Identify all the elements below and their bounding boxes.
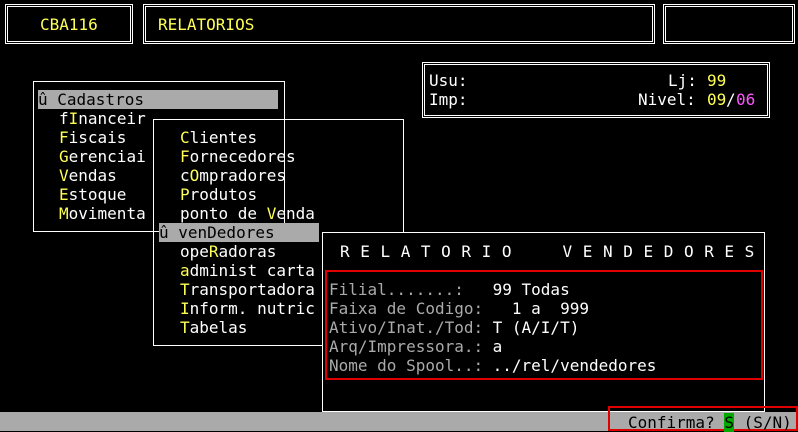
sub-menu-item[interactable]: opeRadoras [180, 242, 276, 261]
sub-menu-item-hotkey: I [180, 299, 190, 318]
sub-menu-item-hotkey: R [208, 242, 219, 261]
main-menu-item[interactable]: Gerenciai [59, 147, 146, 166]
main-menu-item-label: û Cadastros [38, 90, 144, 109]
lj-label: Lj: [668, 71, 697, 90]
sub-menu-item-label: nform. nutric [189, 299, 315, 318]
sub-menu-item-label: lientes [189, 128, 258, 147]
sub-menu-item[interactable]: cOmpradores [180, 166, 286, 185]
report-title: RELATORIO VENDEDORES [340, 242, 765, 261]
main-menu-item-label: stoque [68, 185, 127, 204]
nivel-value: 09 [707, 90, 727, 109]
report-field-value[interactable]: 99 Todas [483, 280, 570, 299]
confirm-input[interactable]: S [724, 413, 734, 432]
nivel-separator: / [726, 90, 736, 109]
report-field-label: Ativo/Inat./Tod: [329, 318, 484, 337]
sub-menu-item-prefix: c [180, 166, 190, 185]
confirm-options: (S/N) [733, 413, 792, 432]
sub-menu-item-hotkey: a [180, 261, 190, 280]
main-menu-item[interactable]: Fiscais [59, 128, 126, 147]
sub-menu-item-label: û venDedores [159, 223, 275, 242]
sub-menu-item-hotkey: T [180, 318, 190, 337]
nivel-label: Nivel: [638, 90, 696, 109]
main-menu-item[interactable]: û Cadastros [38, 90, 278, 109]
sub-menu-item-hotkey: O [189, 166, 200, 185]
report-field-label: Nome do Spool..: [329, 356, 484, 375]
main-menu-item-label: ovimenta [68, 204, 146, 223]
report-field-value[interactable]: T (A/I/T) [483, 318, 580, 337]
report-field-label: Arq/Impressora.: [329, 337, 484, 356]
sub-menu-item[interactable]: Tabelas [180, 318, 247, 337]
sub-menu-item-prefix: ope [180, 242, 209, 261]
program-code-box: CBA116 [5, 4, 133, 44]
sub-menu-item[interactable]: ponto de Venda [180, 204, 315, 223]
main-menu-item-hotkey: V [59, 166, 69, 185]
main-menu-item[interactable]: Vendas [59, 166, 117, 185]
main-menu-item-hotkey: G [59, 147, 69, 166]
main-menu-item-label: nanceir [78, 109, 146, 128]
main-menu-item-hotkey: F [59, 128, 69, 147]
sub-menu-item[interactable]: û venDedores [159, 223, 319, 242]
imp-label: Imp: [429, 90, 468, 109]
confirm-prompt: Confirma? S (S/N) [628, 413, 792, 432]
main-menu-item[interactable]: Estoque [59, 185, 126, 204]
sub-menu-item[interactable]: administ carta [180, 261, 315, 280]
sub-menu-item-label: dminist carta [189, 261, 315, 280]
main-menu-item-hotkey: E [59, 185, 69, 204]
sub-menu-item[interactable]: Clientes [180, 128, 257, 147]
confirm-label: Confirma? [628, 413, 725, 432]
screen-title-box: RELATORIOS [143, 4, 655, 44]
sub-menu-item[interactable]: Transportadora [180, 280, 315, 299]
sub-menu-item-label: mpradores [199, 166, 286, 185]
sub-menu-item-label: abelas [189, 318, 248, 337]
header-right-box [663, 4, 795, 44]
main-menu-item-prefix: f [59, 109, 69, 128]
main-menu-item-hotkey: I [68, 109, 79, 128]
sub-menu-item-hotkey: V [266, 204, 277, 223]
main-menu-item-label: endas [68, 166, 117, 185]
main-menu-item-hotkey: M [59, 204, 69, 223]
sub-menu-item[interactable]: Inform. nutric [180, 299, 315, 318]
report-field-label: Faixa de Codigo: [329, 299, 484, 318]
sub-menu-item-hotkey: C [180, 128, 190, 147]
main-menu-item[interactable]: fInanceir [59, 109, 146, 128]
report-field-value[interactable]: ../rel/vendedores [483, 356, 657, 375]
screen-title: RELATORIOS [158, 15, 255, 34]
sub-menu-item-label: enda [276, 204, 315, 223]
sub-menu-item[interactable]: Fornecedores [180, 147, 296, 166]
report-field-value[interactable]: a [483, 337, 503, 356]
sub-menu-item-prefix: ponto de [180, 204, 267, 223]
sub-menu-item-label: rodutos [189, 185, 258, 204]
report-field-label: Filial.......: [329, 280, 464, 299]
program-code: CBA116 [40, 15, 98, 34]
sub-menu-item-hotkey: F [180, 147, 190, 166]
main-menu-item-label: iscais [68, 128, 127, 147]
sub-menu-item-label: adoras [218, 242, 277, 261]
main-menu-item-label: erenciai [68, 147, 146, 166]
sub-menu-item-label: ornecedores [189, 147, 296, 166]
user-info-box: Usu: Lj: 99 Imp: Nivel: 09 / 06 [422, 62, 770, 118]
sub-menu-item[interactable]: Produtos [180, 185, 257, 204]
sub-menu-item-label: ransportadora [189, 280, 315, 299]
sub-menu-item-hotkey: P [180, 185, 190, 204]
sub-menu-item-hotkey: T [180, 280, 190, 299]
lj-value: 99 [707, 71, 727, 90]
usu-label: Usu: [429, 71, 468, 90]
report-field-value[interactable]: 1 a 999 [483, 299, 589, 318]
main-menu-item[interactable]: Movimenta [59, 204, 146, 223]
nivel-max: 06 [736, 90, 756, 109]
